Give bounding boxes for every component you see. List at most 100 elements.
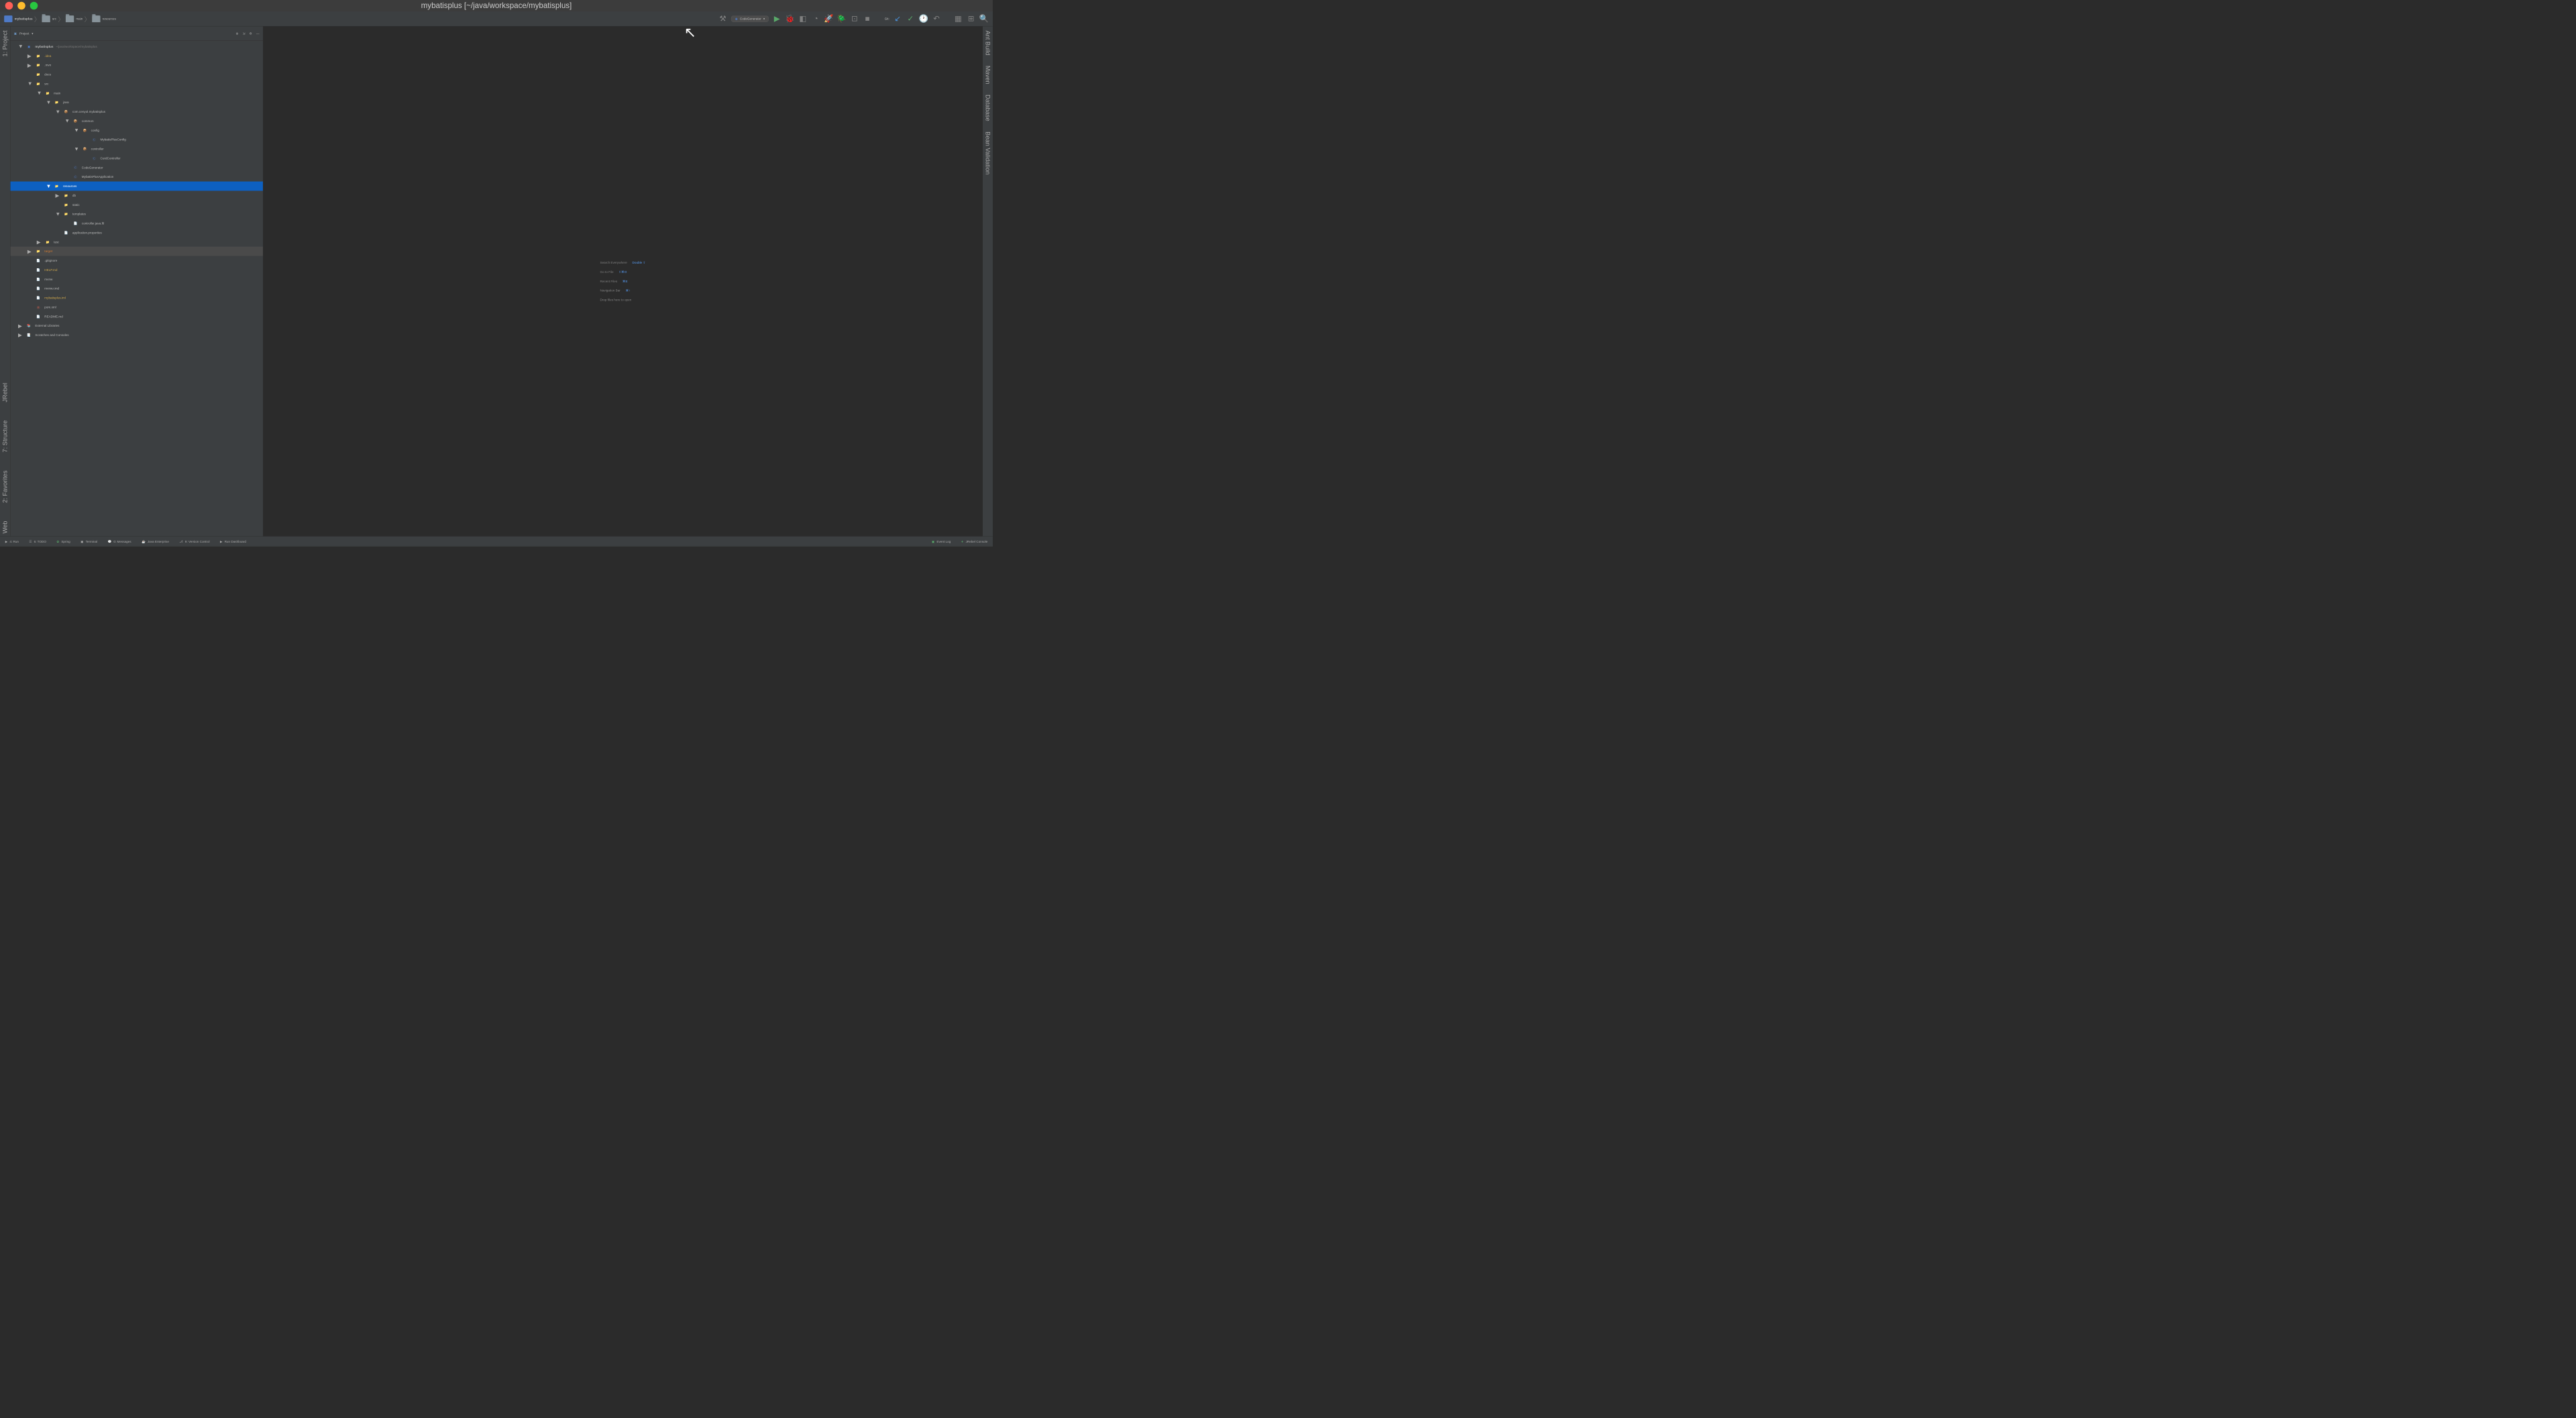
tree-row-controller-ftl[interactable]: 📄 controller.java.ftl xyxy=(10,219,263,228)
gutter-beanval[interactable]: Bean Validation xyxy=(984,129,991,177)
scratches-icon: 📑 xyxy=(25,333,33,337)
breadcrumb-main[interactable]: main xyxy=(66,15,83,22)
tree-row-static[interactable]: 📁 static xyxy=(10,200,263,209)
hide-icon[interactable]: — xyxy=(256,32,260,35)
tree-row-idea[interactable]: ▶ 📁 .idea xyxy=(10,51,263,60)
status-left: ▶4: Run ☰6: TODO ✿Spring ▣Terminal 💬0: M… xyxy=(5,540,246,543)
project-structure-icon[interactable]: ▦ xyxy=(953,14,963,23)
gutter-antbuild[interactable]: Ant Build xyxy=(984,28,991,58)
debug-button[interactable]: 🐞 xyxy=(786,14,795,23)
ide-settings-icon[interactable]: ⊞ xyxy=(967,14,976,23)
status-jrebel[interactable]: ✈JRebel Console xyxy=(961,540,988,543)
status-run[interactable]: ▶4: Run xyxy=(5,540,19,543)
close-button[interactable] xyxy=(5,2,13,10)
status-messages[interactable]: 💬0: Messages xyxy=(107,540,131,543)
tree-row-main[interactable]: ▼ 📁 main xyxy=(10,89,263,98)
tree-row-root[interactable]: ▼ ▣ mybatisplus ~/java/workspace/mybatis… xyxy=(10,42,263,51)
tree-row-target[interactable]: ▶ 📁 target xyxy=(10,247,263,256)
toolbar-right: ⚒ ◉ CodeGenerator ▾ ▶ 🐞 ◧ ◔ 🚀 🪲 ⊡ ■ Git:… xyxy=(718,14,989,23)
branch-icon: ⎇ xyxy=(179,540,182,543)
tree-row-pom[interactable]: Ⓜ pom.xml xyxy=(10,303,263,312)
folder-icon: 📁 xyxy=(34,63,42,66)
list-icon: ☰ xyxy=(29,540,32,543)
status-javaee[interactable]: ☕Java Enterprise xyxy=(142,540,169,543)
minimize-button[interactable] xyxy=(17,2,25,10)
status-eventlog[interactable]: ▣Event Log xyxy=(932,540,951,543)
file-icon: 📄 xyxy=(34,278,42,281)
tree-row-app-props[interactable]: 📄 application.properties xyxy=(10,228,263,237)
tree-row-package[interactable]: ▼ 📦 com.cenyol.mybatisplus xyxy=(10,107,263,117)
editor-area[interactable]: Search EverywhereDouble ⇧ Go to File⇧⌘O … xyxy=(263,26,982,536)
tree-row-curdcontroller[interactable]: Ⓒ CurdController xyxy=(10,154,263,163)
tree-row-scratches[interactable]: ▶ 📑 Scratches and Consoles xyxy=(10,331,263,340)
hammer-icon[interactable]: ⚒ xyxy=(718,14,728,23)
git-commit-icon[interactable]: ✓ xyxy=(906,14,915,23)
breadcrumb-resources[interactable]: resources xyxy=(92,15,116,22)
project-panel: ▣ Project ▾ ⊕ ⇲ ⚙ — ▼ ▣ mybatisplus ~/ja… xyxy=(10,26,263,536)
tree-row-helpmd[interactable]: 📄 HELP.md xyxy=(10,265,263,274)
git-revert-icon[interactable]: ↶ xyxy=(932,14,941,23)
tree-row-resources[interactable]: ▼ 📁 resources xyxy=(10,182,263,191)
tree-row-codegenerator[interactable]: Ⓒ CodeGenerator xyxy=(10,163,263,172)
play-icon: ▶ xyxy=(220,540,223,543)
md-icon: 📄 xyxy=(34,315,42,318)
package-icon: 📦 xyxy=(80,147,89,150)
jrebel-debug[interactable]: 🪲 xyxy=(837,14,847,23)
tree-row-java[interactable]: ▼ 📁 java xyxy=(10,98,263,107)
gutter-database[interactable]: Database xyxy=(984,92,991,123)
collapse-all-icon[interactable]: ⇲ xyxy=(243,32,246,35)
tree-row-readme[interactable]: 📄 README.md xyxy=(10,312,263,321)
tree-row-controller[interactable]: ▼ 📦 controller xyxy=(10,144,263,154)
gutter-web[interactable]: Web xyxy=(1,519,9,537)
status-terminal[interactable]: ▣Terminal xyxy=(80,540,97,543)
tree-row-mvnwcmd[interactable]: 📄 mvnw.cmd xyxy=(10,284,263,293)
gutter-maven[interactable]: Maven xyxy=(984,63,991,87)
jrebel-run[interactable]: 🚀 xyxy=(824,14,833,23)
gutter-structure[interactable]: 7: Structure xyxy=(1,418,9,455)
folder-icon: 📁 xyxy=(44,91,52,95)
tree-row-mvnw[interactable]: 📄 mvnw xyxy=(10,274,263,284)
tree-row-extlib[interactable]: ▶ 📚 External Libraries xyxy=(10,321,263,331)
tree-row-src[interactable]: ▼ 📁 src xyxy=(10,79,263,89)
status-spring[interactable]: ✿Spring xyxy=(56,540,70,543)
project-tree[interactable]: ▼ ▣ mybatisplus ~/java/workspace/mybatis… xyxy=(10,41,263,536)
stop-button[interactable]: ■ xyxy=(863,14,872,23)
search-icon[interactable]: 🔍 xyxy=(979,14,989,23)
tree-row-docs[interactable]: 📁 docs xyxy=(10,70,263,79)
breadcrumb-src[interactable]: src xyxy=(42,15,56,22)
status-vcs[interactable]: ⎇9: Version Control xyxy=(179,540,209,543)
folder-icon: 📁 xyxy=(34,54,42,58)
breadcrumb-root[interactable]: mybatisplus xyxy=(4,15,32,22)
titlebar: mybatisplus [~/java/workspace/mybatisplu… xyxy=(0,0,993,11)
run-config-selector[interactable]: ◉ CodeGenerator ▾ xyxy=(731,15,769,21)
tree-row-iml[interactable]: 📄 mybatisplus.iml xyxy=(10,293,263,303)
tree-row-mybatisplusapp[interactable]: Ⓒ MybatisPlusApplication xyxy=(10,172,263,182)
window-title: mybatisplus [~/java/workspace/mybatisplu… xyxy=(421,1,572,10)
attach-button[interactable]: ⊡ xyxy=(850,14,859,23)
empty-help: Search EverywhereDouble ⇧ Go to File⇧⌘O … xyxy=(600,261,645,302)
run-button[interactable]: ▶ xyxy=(772,14,782,23)
tree-row-db[interactable]: ▶ 📁 db xyxy=(10,190,263,200)
gutter-project[interactable]: 1: Project xyxy=(1,28,9,60)
maximize-button[interactable] xyxy=(30,2,38,10)
coverage-button[interactable]: ◧ xyxy=(798,14,808,23)
git-update-icon[interactable]: ↙ xyxy=(893,14,902,23)
tree-row-mybatisplusconfig[interactable]: Ⓒ MybatisPlusConfig xyxy=(10,135,263,144)
git-history-icon[interactable]: 🕐 xyxy=(919,14,928,23)
gear-icon[interactable]: ⚙ xyxy=(250,32,252,35)
tree-row-test[interactable]: ▶ 📁 test xyxy=(10,237,263,247)
tree-row-config[interactable]: ▼ 📦 config xyxy=(10,125,263,135)
folder-icon: 📁 xyxy=(34,82,42,85)
profile-button[interactable]: ◔ xyxy=(811,14,820,23)
status-dashboard[interactable]: ▶Run Dashboard xyxy=(220,540,246,543)
panel-title[interactable]: ▣ Project ▾ xyxy=(14,32,34,35)
scroll-to-source-icon[interactable]: ⊕ xyxy=(236,32,239,35)
tree-row-gitignore[interactable]: 📄 .gitignore xyxy=(10,256,263,266)
tree-row-mvn[interactable]: ▶ 📁 .mvn xyxy=(10,60,263,70)
tree-row-templates[interactable]: ▼ 📁 templates xyxy=(10,209,263,219)
tree-row-common[interactable]: ▼ 📦 common xyxy=(10,116,263,125)
gutter-favorites[interactable]: 2: Favorites xyxy=(1,468,9,505)
class-icon: Ⓒ xyxy=(71,174,79,179)
gutter-jrebel[interactable]: JRebel xyxy=(1,380,9,405)
status-todo[interactable]: ☰6: TODO xyxy=(29,540,46,543)
